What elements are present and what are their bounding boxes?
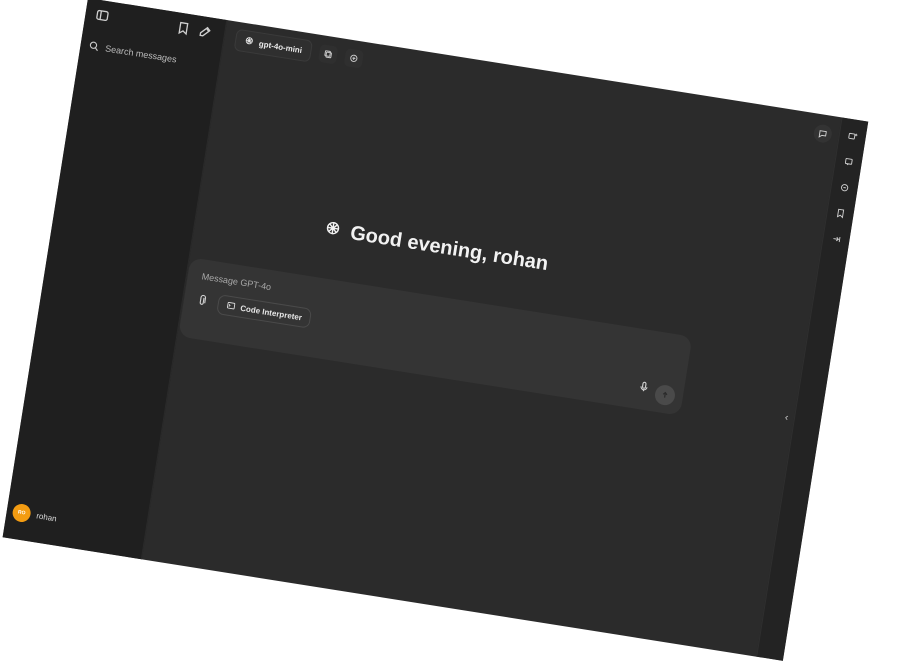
chat-app-window: RO rohan gpt-4o-mini: [3, 0, 869, 661]
model-selector-row: gpt-4o-mini: [234, 30, 364, 70]
model-label: gpt-4o-mini: [258, 39, 302, 55]
link-icon[interactable]: [837, 180, 853, 196]
send-button[interactable]: [654, 384, 677, 407]
user-name: rohan: [36, 511, 58, 523]
bookmark-rail-icon[interactable]: [833, 205, 849, 221]
copy-icon[interactable]: [317, 44, 338, 65]
add-icon[interactable]: [343, 48, 364, 69]
sidebar-toggle-icon[interactable]: [92, 5, 113, 26]
collapse-handle[interactable]: ‹: [784, 412, 792, 427]
openai-icon: [323, 218, 342, 243]
collapse-right-icon[interactable]: [828, 231, 844, 247]
model-selector[interactable]: gpt-4o-mini: [234, 29, 313, 63]
bookmark-icon[interactable]: [173, 18, 194, 39]
chat-icon[interactable]: [813, 123, 834, 144]
right-rail: [756, 117, 868, 661]
new-chat-icon[interactable]: [195, 21, 216, 42]
code-interpreter-toggle[interactable]: Code Interpreter: [216, 294, 312, 328]
controls-icon[interactable]: [845, 128, 861, 144]
comment-icon[interactable]: [841, 154, 857, 170]
search-input[interactable]: [105, 43, 205, 69]
paperclip-icon[interactable]: [194, 293, 209, 313]
user-profile[interactable]: RO rohan: [11, 503, 58, 528]
message-composer[interactable]: Message GPT-4o Code Interpreter: [178, 257, 692, 415]
greeting: Good evening, rohan: [323, 218, 550, 276]
greeting-text: Good evening, rohan: [349, 222, 550, 276]
terminal-icon: [226, 300, 237, 312]
search-icon: [88, 39, 101, 54]
avatar[interactable]: RO: [11, 503, 32, 524]
code-interpreter-label: Code Interpreter: [240, 303, 303, 322]
openai-icon: [243, 35, 255, 48]
microphone-icon[interactable]: [636, 379, 651, 399]
message-input[interactable]: Message GPT-4o: [201, 271, 272, 292]
